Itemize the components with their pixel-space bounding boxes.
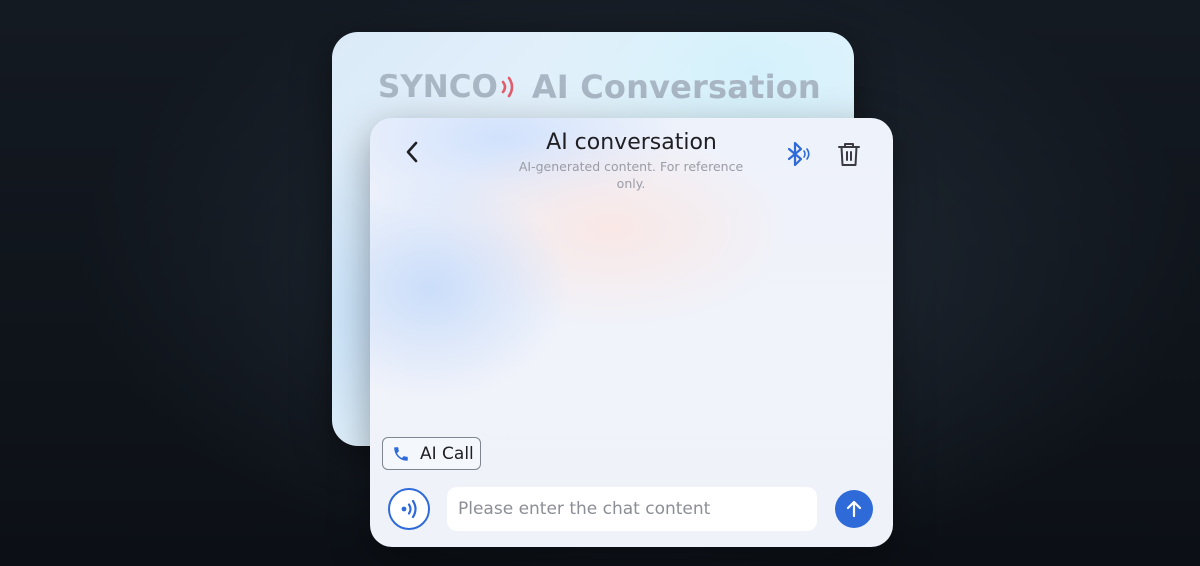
background-title-text: AI Conversation (531, 68, 821, 106)
ai-call-button[interactable]: AI Call (382, 437, 481, 470)
delete-button[interactable] (837, 142, 861, 168)
send-button[interactable] (835, 490, 873, 528)
bluetooth-button[interactable] (785, 140, 811, 168)
chat-window: AI conversation AI-generated content. Fo… (370, 118, 893, 547)
voice-waves-icon (401, 499, 417, 519)
arrow-up-icon (846, 500, 862, 518)
chat-input[interactable] (447, 487, 817, 531)
page-subtitle: AI-generated content. For reference only… (518, 159, 744, 191)
page-title: AI conversation (546, 130, 717, 155)
voice-input-button[interactable] (388, 488, 430, 530)
background-title: SYNCO AI Conversation (378, 68, 821, 106)
phone-icon (394, 446, 408, 461)
synco-waves-icon (501, 76, 514, 98)
trash-icon (838, 143, 860, 166)
bluetooth-icon (787, 141, 810, 167)
ai-call-label: AI Call (420, 443, 474, 464)
synco-logo-text: SYNCO (378, 69, 498, 105)
